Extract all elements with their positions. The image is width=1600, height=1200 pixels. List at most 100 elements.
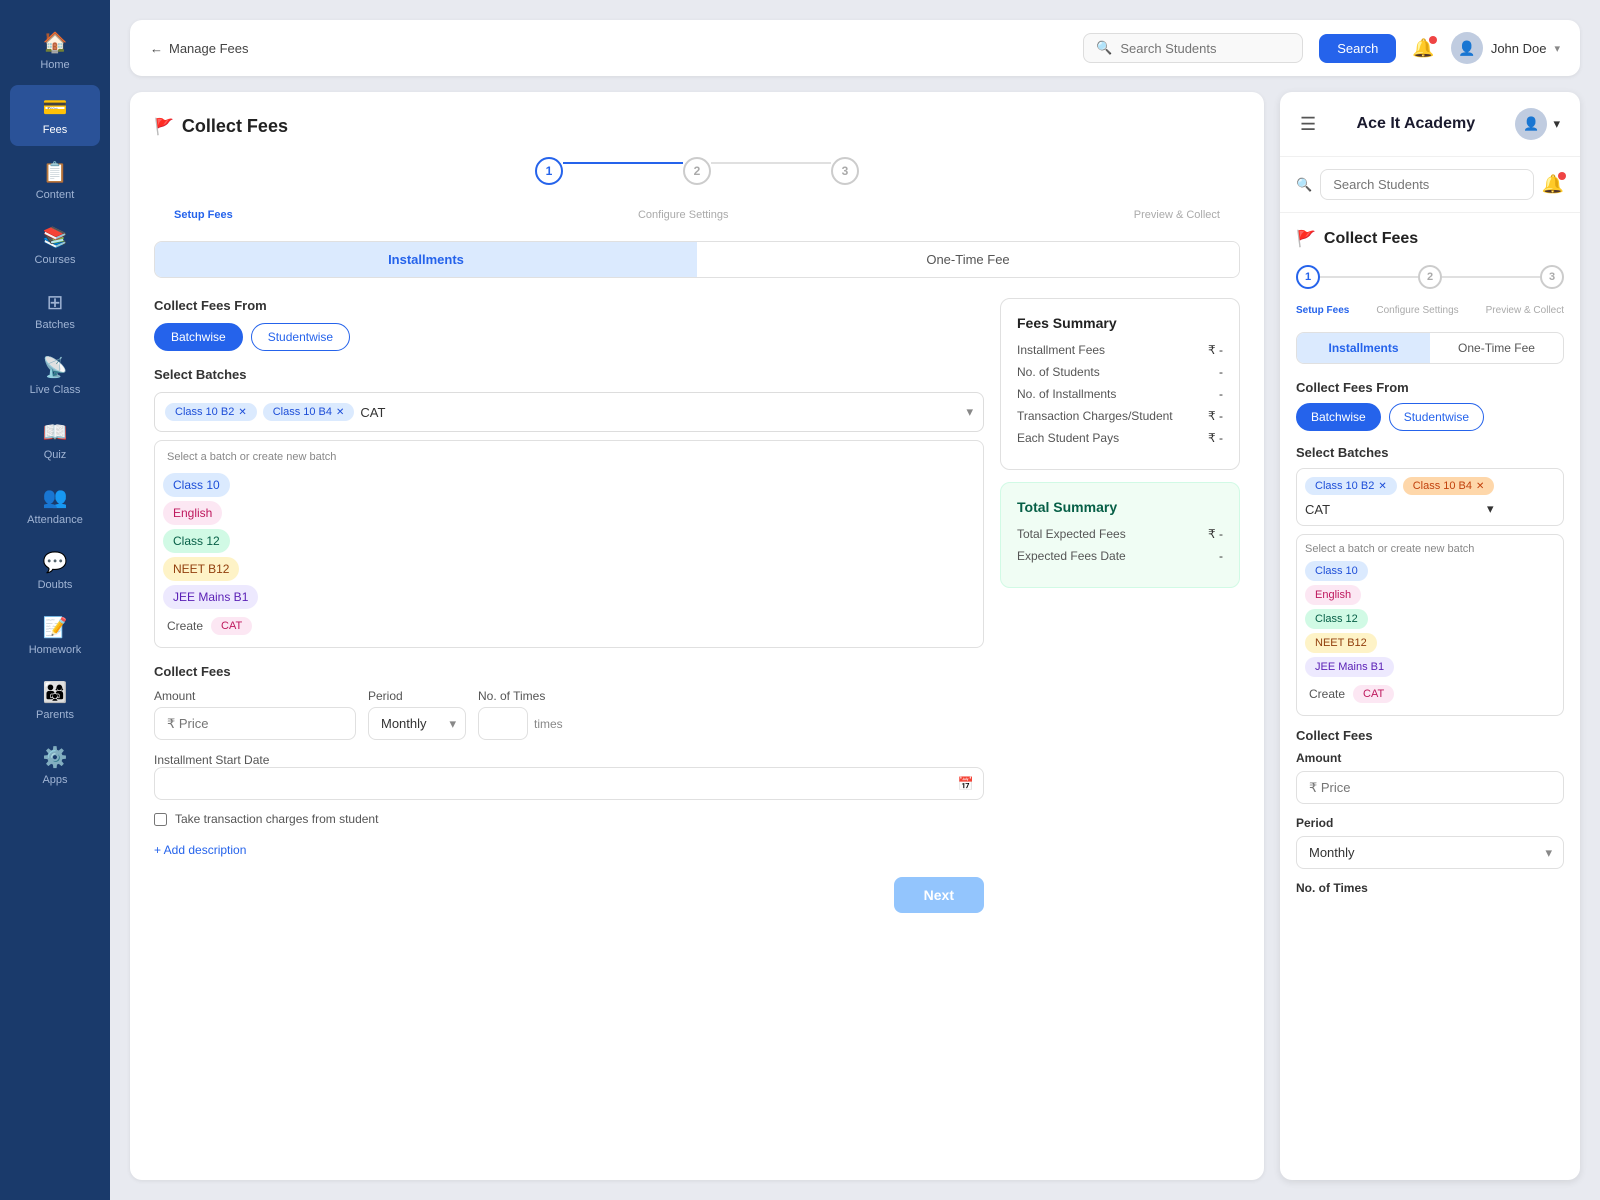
amount-label: Amount	[154, 689, 356, 703]
panel-tab-one-time[interactable]: One-Time Fee	[1430, 333, 1563, 363]
batchwise-button[interactable]: Batchwise	[154, 323, 243, 351]
panel-period-select[interactable]: Monthly Weekly Quarterly Yearly	[1296, 836, 1564, 869]
studentwise-button[interactable]: Studentwise	[251, 323, 350, 351]
collect-from-buttons: Batchwise Studentwise	[154, 323, 984, 351]
transaction-label: Take transaction charges from student	[175, 812, 378, 826]
right-panel: ☰ Ace It Academy 👤 ▾ 🔍 🔔	[1280, 92, 1580, 1180]
dropdown-item-class12[interactable]: Class 12	[163, 529, 230, 553]
panel-step-circle-3: 3	[1540, 265, 1564, 289]
notification-bell[interactable]: 🔔	[1412, 38, 1434, 59]
batch-tag-class10b2: Class 10 B2 ✕	[165, 403, 257, 421]
remove-batch-0[interactable]: ✕	[238, 407, 246, 418]
total-summary-title: Total Summary	[1017, 499, 1223, 515]
panel-select-batches-label: Select Batches	[1296, 445, 1564, 460]
parents-icon: 👨‍👩‍👧	[43, 680, 68, 705]
step-circle-1: 1	[535, 157, 563, 185]
fees-summary-card: Fees Summary Installment Fees ₹ - No. of…	[1000, 298, 1240, 470]
notimes-label: No. of Times	[478, 689, 563, 703]
panel-studentwise-button[interactable]: Studentwise	[1389, 403, 1484, 431]
sidebar-item-live-class[interactable]: 📡 Live Class	[10, 345, 100, 406]
dropdown-hint: Select a batch or create new batch	[163, 449, 975, 465]
menu-icon[interactable]: ☰	[1300, 114, 1316, 135]
content-icon: 📋	[43, 160, 68, 185]
panel-batchwise-button[interactable]: Batchwise	[1296, 403, 1381, 431]
tab-one-time[interactable]: One-Time Fee	[697, 242, 1239, 277]
step-3: 3	[831, 157, 859, 185]
period-select[interactable]: Monthly Weekly Quarterly Yearly	[368, 707, 466, 740]
sidebar-item-courses[interactable]: 📚 Courses	[10, 215, 100, 276]
stepper: 1 2 3	[154, 157, 1240, 185]
sidebar-item-parents[interactable]: 👨‍👩‍👧 Parents	[10, 670, 100, 731]
panel-bell[interactable]: 🔔	[1542, 174, 1564, 195]
sidebar-item-content[interactable]: 📋 Content	[10, 150, 100, 211]
dropdown-item-neet[interactable]: NEET B12	[163, 557, 239, 581]
panel-batch-box[interactable]: Class 10 B2 ✕ Class 10 B4 ✕ ▾	[1296, 468, 1564, 526]
attendance-icon: 👥	[43, 485, 68, 510]
amount-input[interactable]	[154, 707, 356, 740]
dropdown-item-jee[interactable]: JEE Mains B1	[163, 585, 258, 609]
back-button[interactable]: ← Manage Fees	[150, 41, 249, 56]
fees-icon: 💳	[43, 95, 68, 120]
back-label: Manage Fees	[169, 41, 249, 56]
create-tag[interactable]: CAT	[211, 617, 252, 635]
panel-dropdown-english[interactable]: English	[1305, 585, 1361, 605]
add-description-link[interactable]: + Add description	[154, 843, 246, 857]
search-button[interactable]: Search	[1319, 34, 1396, 63]
batch-search-input[interactable]	[360, 405, 536, 420]
search-input[interactable]	[1120, 41, 1290, 56]
calendar-icon[interactable]: 📅	[958, 776, 974, 792]
panel-collect-fees-label: Collect Fees	[1296, 728, 1564, 743]
panel-flag-icon: 🚩	[1296, 229, 1316, 249]
sidebar-item-doubts[interactable]: 💬 Doubts	[10, 540, 100, 601]
sidebar-item-quiz[interactable]: 📖 Quiz	[10, 410, 100, 471]
panel-remove-batch-0[interactable]: ✕	[1378, 481, 1386, 492]
sidebar-item-apps[interactable]: ⚙️ Apps	[10, 735, 100, 796]
summary-row-0: Installment Fees ₹ -	[1017, 343, 1223, 357]
times-unit: times	[534, 709, 563, 739]
panel-step-lbl-3: Preview & Collect	[1486, 305, 1564, 316]
sidebar-item-home[interactable]: 🏠 Home	[10, 20, 100, 81]
panel-create-tag[interactable]: CAT	[1353, 685, 1394, 703]
panel-search: 🔍 🔔	[1280, 157, 1580, 213]
dropdown-items: Class 10 English Class 12 NEET B12 JEE M…	[163, 473, 975, 639]
panel-tab-installments[interactable]: Installments	[1297, 333, 1430, 363]
next-button[interactable]: Next	[894, 877, 984, 913]
panel-remove-batch-1[interactable]: ✕	[1476, 481, 1484, 492]
remove-batch-1[interactable]: ✕	[336, 407, 344, 418]
panel-create-row: Create CAT	[1305, 681, 1555, 707]
amount-group: Amount	[154, 689, 356, 740]
panel-dropdown-jee[interactable]: JEE Mains B1	[1305, 657, 1394, 677]
sidebar-item-fees[interactable]: 💳 Fees	[10, 85, 100, 146]
back-arrow-icon: ←	[150, 41, 163, 56]
dropdown-item-english[interactable]: English	[163, 501, 222, 525]
chevron-down-icon: ▾	[1554, 42, 1560, 55]
period-group: Period Monthly Weekly Quarterly Yearly	[368, 689, 466, 740]
panel-batch-input[interactable]	[1305, 502, 1481, 517]
sidebar-item-homework[interactable]: 📝 Homework	[10, 605, 100, 666]
panel-amount-input[interactable]	[1296, 771, 1564, 804]
tab-installments[interactable]: Installments	[155, 242, 697, 277]
fees-summary-title: Fees Summary	[1017, 315, 1223, 331]
user-menu[interactable]: 👤 John Doe ▾	[1451, 32, 1560, 64]
dropdown-item-class10[interactable]: Class 10	[163, 473, 230, 497]
panel-search-input[interactable]	[1320, 169, 1533, 200]
batch-select-box[interactable]: Class 10 B2 ✕ Class 10 B4 ✕ ▾	[154, 392, 984, 432]
panel-user[interactable]: 👤 ▾	[1515, 108, 1560, 140]
panel-dropdown-class12[interactable]: Class 12	[1305, 609, 1368, 629]
panel-notimes-label: No. of Times	[1296, 881, 1564, 895]
date-input[interactable]: 01 - 06 - 2022	[154, 767, 984, 800]
sidebar-item-batches[interactable]: ⊞ Batches	[10, 280, 100, 341]
step-line-1	[563, 162, 683, 164]
search-bar: 🔍	[1083, 33, 1303, 63]
panel-dropdown-class10[interactable]: Class 10	[1305, 561, 1368, 581]
sidebar-item-attendance[interactable]: 👥 Attendance	[10, 475, 100, 536]
notimes-input[interactable]: 3	[478, 707, 528, 740]
panel-dropdown-neet[interactable]: NEET B12	[1305, 633, 1377, 653]
notimes-group: No. of Times 3 times	[478, 689, 563, 740]
sidebar: 🏠 Home 💳 Fees 📋 Content 📚 Courses ⊞ Batc…	[0, 0, 110, 1200]
notification-dot	[1429, 36, 1437, 44]
panel-step-lbl-1: Setup Fees	[1296, 305, 1349, 316]
transaction-checkbox[interactable]	[154, 813, 167, 826]
panel-header: ☰ Ace It Academy 👤 ▾	[1280, 92, 1580, 157]
dropdown-icon: ▾	[966, 404, 973, 420]
